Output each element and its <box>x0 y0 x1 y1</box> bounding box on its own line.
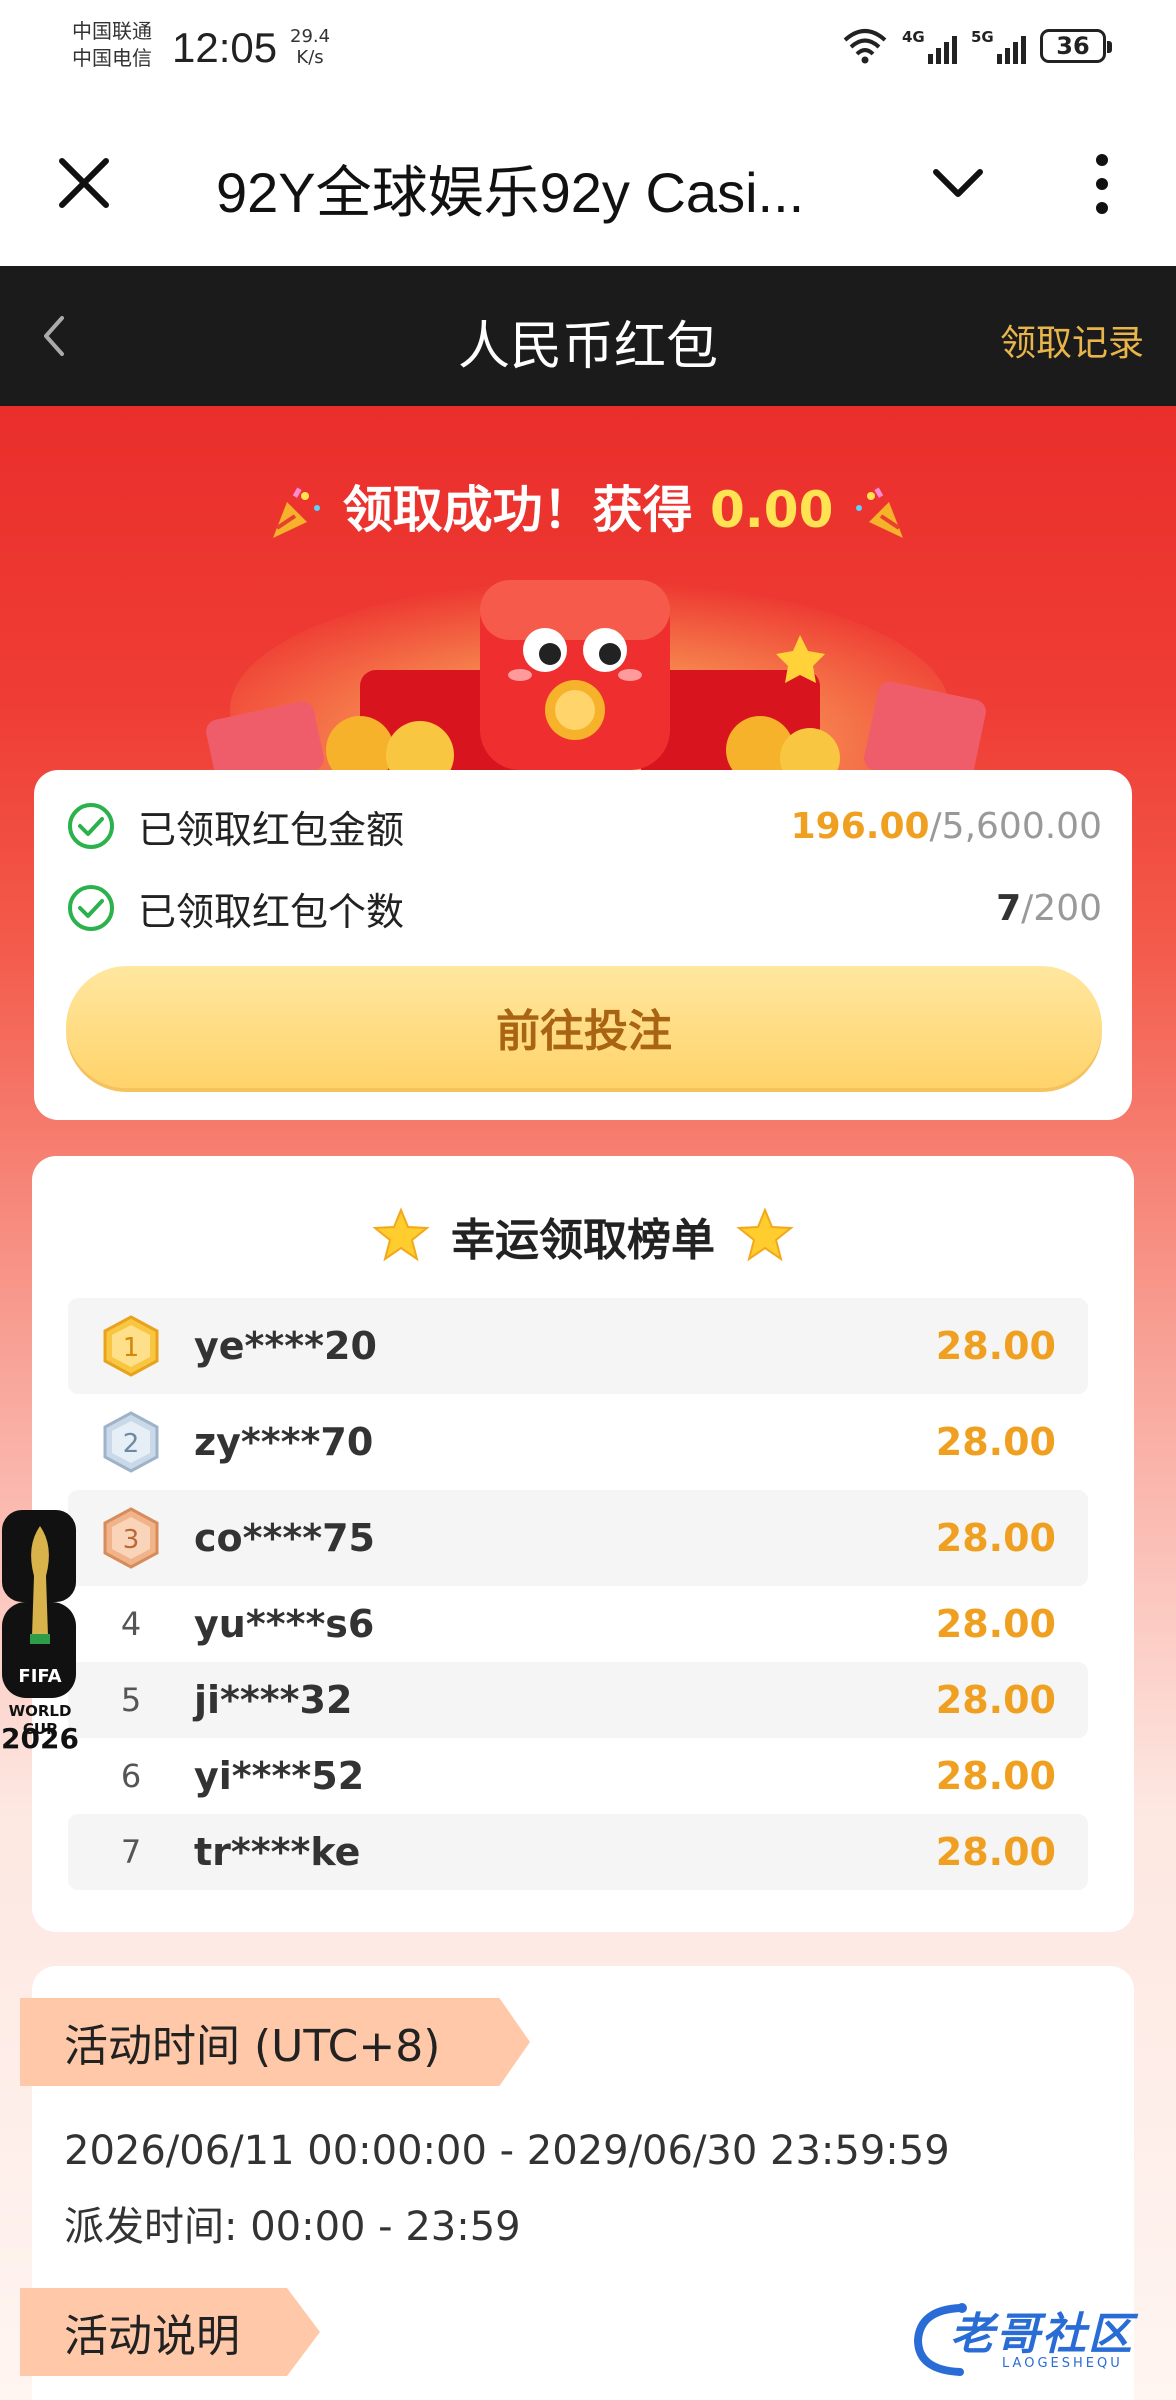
rank-number: 6 <box>120 1757 142 1795</box>
carrier-1: 中国联通 <box>72 19 152 43</box>
check-circle-icon <box>68 885 114 931</box>
claim-amount: 28.00 <box>935 1602 1056 1646</box>
username: ji****32 <box>194 1678 353 1722</box>
rank-number: 7 <box>120 1833 142 1871</box>
claimed-count-current: 7 <box>996 887 1022 929</box>
clock: 12:05 <box>172 24 278 71</box>
party-popper-icon <box>273 487 321 538</box>
red-envelope-mascot-illustration <box>206 580 986 770</box>
username: ye****20 <box>194 1324 377 1368</box>
dispatch-time: 派发时间: 00:00 - 23:59 <box>64 2204 521 2250</box>
success-text: 领取成功！获得 <box>342 481 693 539</box>
star-icon <box>736 1207 794 1262</box>
silver-medal-icon: 2 <box>103 1411 159 1473</box>
rank-cell: 3 <box>68 1507 194 1569</box>
party-popper-icon <box>855 487 903 538</box>
leaderboard-title-text: 幸运领取榜单 <box>451 1215 715 1266</box>
lucky-leaderboard-card: 幸运领取榜单 1 ye****20 28.00 2 zy****70 28.00 <box>32 1156 1134 1932</box>
claimed-amount-total: /5,600.00 <box>929 805 1102 847</box>
activity-description-tag: 活动说明 <box>20 2288 320 2376</box>
leaderboard-row: 3 co****75 28.00 <box>68 1490 1088 1586</box>
svg-text:3: 3 <box>123 1525 140 1555</box>
check-circle-icon <box>68 803 114 849</box>
chevron-down-icon[interactable] <box>930 160 986 206</box>
activity-period: 2026/06/11 00:00:00 - 2029/06/30 23:59:5… <box>64 2128 950 2174</box>
bronze-medal-icon: 3 <box>103 1507 159 1569</box>
claimed-amount-current: 196.00 <box>790 805 930 847</box>
status-bar: 中国联通 中国电信 12:05 29.4 K/s 4G 5G 36 <box>0 0 1176 100</box>
rank-cell: 2 <box>68 1411 194 1473</box>
page-header: 人民币红包 领取记录 <box>0 266 1176 406</box>
claim-amount: 28.00 <box>935 1830 1056 1874</box>
claimed-count-label: 已领取红包个数 <box>138 889 405 934</box>
claim-amount: 28.00 <box>935 1678 1056 1722</box>
carrier-2: 中国电信 <box>72 46 152 70</box>
speed-unit: K/s <box>296 47 324 68</box>
star-icon <box>372 1207 430 1262</box>
claimed-count-value: 7/200 <box>996 888 1102 929</box>
success-amount: 0.00 <box>710 481 834 539</box>
claim-amount: 28.00 <box>935 1420 1056 1464</box>
community-watermark: 老哥社区 LAOGESHEQU <box>910 2290 1160 2390</box>
claimed-count-row: 已领取红包个数 7/200 <box>66 878 1102 938</box>
browser-title: 92Y全球娱乐92y Casi... <box>216 161 805 224</box>
rank-number: 4 <box>120 1605 142 1643</box>
claim-summary-card: 已领取红包金额 196.00/5,600.00 已领取红包个数 7/200 前往… <box>34 770 1132 1120</box>
leaderboard-row: 5 ji****32 28.00 <box>68 1662 1088 1738</box>
activity-time-tag: 活动时间 (UTC+8) <box>20 1998 530 2086</box>
wifi-icon <box>843 29 887 64</box>
leaderboard-row: 4 yu****s6 28.00 <box>68 1586 1088 1662</box>
watermark-subtext: LAOGESHEQU <box>1002 2356 1123 2371</box>
more-options-icon[interactable] <box>1090 152 1114 216</box>
username: co****75 <box>194 1516 376 1560</box>
close-icon[interactable] <box>56 155 112 211</box>
leaderboard-title: 幸运领取榜单 <box>32 1204 1134 1268</box>
go-bet-button[interactable]: 前往投注 <box>66 966 1102 1088</box>
username: zy****70 <box>194 1420 374 1464</box>
claim-amount: 28.00 <box>935 1754 1056 1798</box>
claimed-amount-value: 196.00/5,600.00 <box>791 806 1102 847</box>
gold-medal-icon: 1 <box>103 1315 159 1377</box>
claimed-amount-row: 已领取红包金额 196.00/5,600.00 <box>66 796 1102 856</box>
leaderboard-row: 2 zy****70 28.00 <box>68 1394 1088 1490</box>
claim-amount: 28.00 <box>935 1324 1056 1368</box>
claim-amount: 28.00 <box>935 1516 1056 1560</box>
claimed-amount-label: 已领取红包金额 <box>138 807 405 852</box>
svg-text:FIFA: FIFA <box>18 1666 61 1687</box>
leaderboard-row: 7 tr****ke 28.00 <box>68 1814 1088 1890</box>
claimed-count-total: /200 <box>1021 887 1102 929</box>
signal-4g-icon: 4G <box>902 28 957 64</box>
username: yu****s6 <box>194 1602 375 1646</box>
signal-5g-icon: 5G <box>971 28 1026 64</box>
world-cup-year: 2026 <box>1 1722 79 1755</box>
rank-number: 5 <box>120 1681 142 1719</box>
claim-success-banner: 领取成功！获得 0.00 <box>0 470 1176 544</box>
leaderboard-row: 6 yi****52 28.00 <box>68 1738 1088 1814</box>
username: yi****52 <box>194 1754 365 1798</box>
network-speed: 29.4 K/s <box>290 26 330 68</box>
battery-icon: 36 <box>1040 29 1112 63</box>
username: tr****ke <box>194 1830 361 1874</box>
leaderboard-row: 1 ye****20 28.00 <box>68 1298 1088 1394</box>
svg-text:2: 2 <box>123 1429 140 1459</box>
rank-cell: 1 <box>68 1315 194 1377</box>
claim-record-link[interactable]: 领取记录 <box>1000 314 1144 366</box>
watermark-text: 老哥社区 <box>950 2309 1134 2360</box>
browser-toolbar: 92Y全球娱乐92y Casi... <box>0 100 1176 266</box>
system-icons: 4G 5G 36 <box>842 28 1112 64</box>
svg-text:1: 1 <box>123 1333 140 1363</box>
speed-value: 29.4 <box>290 26 331 47</box>
carrier-info: 中国联通 中国电信 <box>72 18 152 72</box>
